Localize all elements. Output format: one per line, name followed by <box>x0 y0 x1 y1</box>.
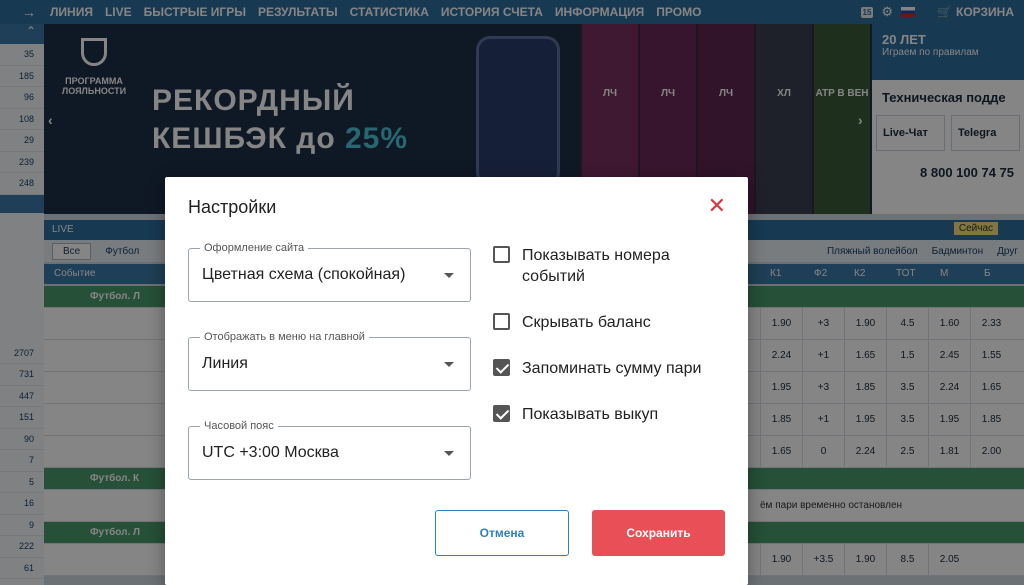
checkbox-box[interactable] <box>493 359 510 376</box>
checkbox-label: Запоминать сумму пари <box>522 360 702 377</box>
main-menu-select[interactable]: Отображать в меню на главной Линия <box>188 331 471 391</box>
caret-down-icon <box>444 273 454 278</box>
timezone-select[interactable]: Часовой пояс UTC +3:00 Москва <box>188 420 471 480</box>
field-label: Часовой пояс <box>200 420 278 432</box>
checkbox-box[interactable] <box>493 313 510 330</box>
checkbox-label: Показывать номера событий <box>522 247 670 285</box>
site-theme-select[interactable]: Оформление сайта Цветная схема (спокойна… <box>188 242 471 302</box>
caret-down-icon <box>444 451 454 456</box>
show-event-numbers-checkbox[interactable]: Показывать номера событий <box>493 245 722 287</box>
field-label: Оформление сайта <box>200 242 309 254</box>
checkbox-box[interactable] <box>493 405 510 422</box>
field-value: Цветная схема (спокойная) <box>202 266 406 283</box>
close-icon[interactable]: ✕ <box>708 195 726 217</box>
field-value: UTC +3:00 Москва <box>202 444 339 461</box>
dialog-title: Настройки <box>188 197 277 217</box>
checkbox-label: Скрывать баланс <box>522 314 651 331</box>
checkbox-label: Показывать выкуп <box>522 406 659 423</box>
remember-bet-amount-checkbox[interactable]: Запоминать сумму пари <box>493 358 722 379</box>
checkbox-box[interactable] <box>493 246 510 263</box>
caret-down-icon <box>444 362 454 367</box>
field-value: Линия <box>202 355 248 372</box>
hide-balance-checkbox[interactable]: Скрывать баланс <box>493 312 722 333</box>
save-button[interactable]: Сохранить <box>592 510 725 556</box>
settings-dialog: Настройки ✕ Оформление сайта Цветная схе… <box>165 177 748 585</box>
field-label: Отображать в меню на главной <box>200 331 369 343</box>
cancel-button[interactable]: Отмена <box>435 510 569 556</box>
show-cashout-checkbox[interactable]: Показывать выкуп <box>493 404 722 425</box>
